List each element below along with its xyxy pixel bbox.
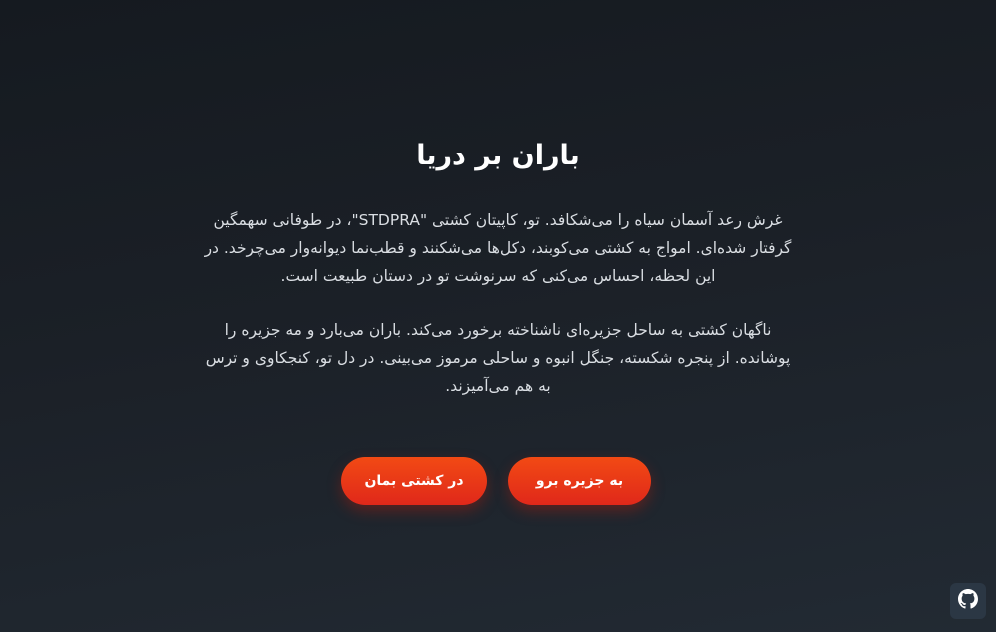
stay-in-ship-button[interactable]: در کشتی بمان xyxy=(341,457,487,505)
story-screen: باران بر دریا غرش رعد آسمان سیاه را می‌ش… xyxy=(0,0,996,632)
github-link[interactable] xyxy=(950,583,986,619)
story-paragraph-storm: غرش رعد آسمان سیاه را می‌شکافد. تو، کاپی… xyxy=(204,211,792,285)
page-title: باران بر دریا xyxy=(416,140,580,171)
story-paragraph-island: ناگهان کشتی به ساحل جزیره‌ای ناشناخته بر… xyxy=(205,321,791,395)
github-icon xyxy=(958,589,978,613)
go-to-island-button[interactable]: به جزیره برو xyxy=(508,457,651,505)
